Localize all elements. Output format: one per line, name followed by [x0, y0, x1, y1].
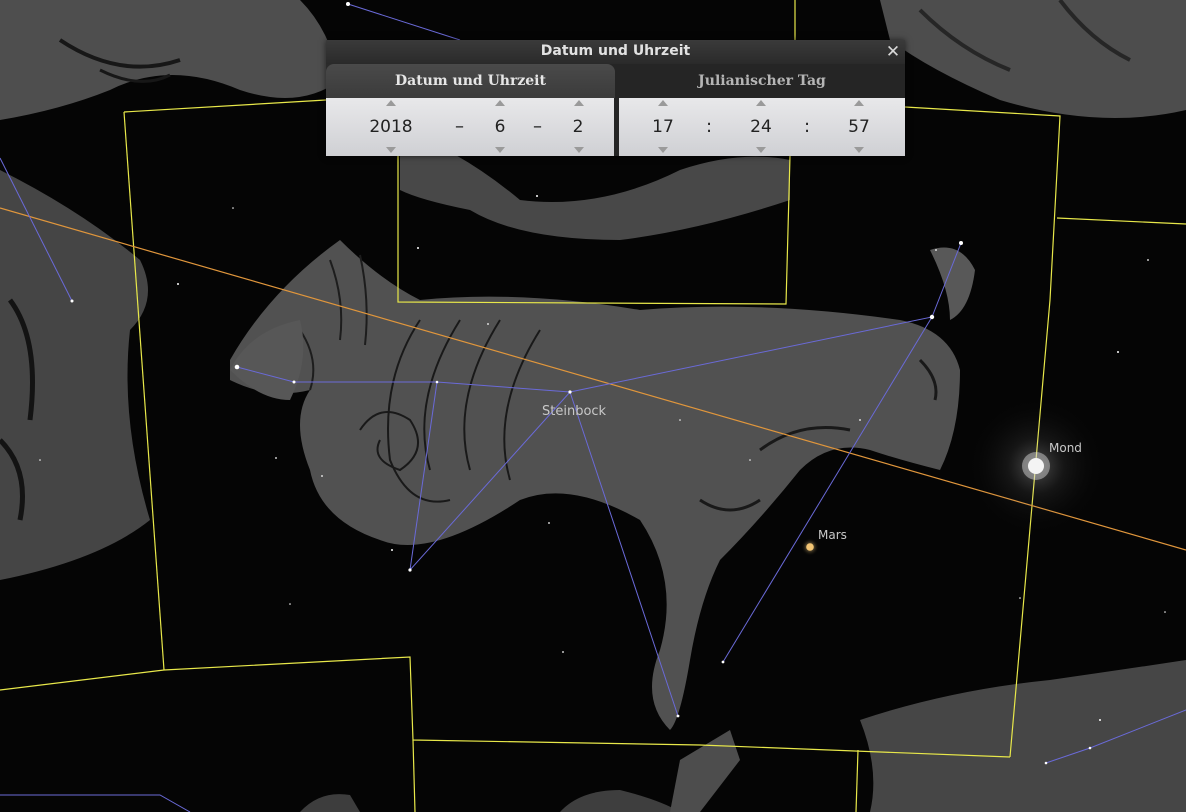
planet-label-mars[interactable]: Mars — [818, 528, 847, 542]
dialog-title: Datum und Uhrzeit — [540, 43, 691, 59]
dialog-titlebar[interactable]: Datum und Uhrzeit ✕ — [326, 40, 905, 64]
year-up-arrow-icon[interactable] — [386, 100, 396, 106]
time-separator: : — [706, 116, 713, 137]
close-button[interactable]: ✕ — [883, 42, 903, 62]
mars[interactable] — [801, 538, 819, 556]
moon-label[interactable]: Mond — [1049, 441, 1082, 455]
moon[interactable] — [966, 396, 1106, 536]
month-value[interactable]: 6 — [476, 117, 524, 137]
constellation-label-steinbock[interactable]: Steinbock — [542, 404, 606, 419]
second-down-arrow-icon[interactable] — [854, 147, 864, 153]
minute-up-arrow-icon[interactable] — [756, 100, 766, 106]
close-icon: ✕ — [885, 42, 901, 62]
day-up-arrow-icon[interactable] — [574, 100, 584, 106]
time-panel: 17 : 24 : 57 — [619, 98, 905, 156]
hour-down-arrow-icon[interactable] — [658, 147, 668, 153]
tab-date-time[interactable]: Datum und Uhrzeit — [326, 64, 615, 98]
day-spinbox[interactable]: 2 — [554, 98, 602, 156]
tab-julian-day[interactable]: Julianischer Tag — [619, 64, 905, 98]
month-down-arrow-icon[interactable] — [495, 147, 505, 153]
year-spinbox[interactable]: 2018 — [360, 98, 422, 156]
date-separator: – — [533, 116, 542, 137]
day-value[interactable]: 2 — [554, 117, 602, 137]
day-down-arrow-icon[interactable] — [574, 147, 584, 153]
hour-value[interactable]: 17 — [639, 117, 687, 137]
year-down-arrow-icon[interactable] — [386, 147, 396, 153]
date-separator: – — [455, 116, 464, 137]
hour-up-arrow-icon[interactable] — [658, 100, 668, 106]
month-up-arrow-icon[interactable] — [495, 100, 505, 106]
second-spinbox[interactable]: 57 — [835, 98, 883, 156]
minute-value[interactable]: 24 — [737, 117, 785, 137]
minute-spinbox[interactable]: 24 — [737, 98, 785, 156]
time-separator: : — [804, 116, 811, 137]
hour-spinbox[interactable]: 17 — [639, 98, 687, 156]
date-panel: 2018 – 6 – 2 — [326, 98, 614, 156]
second-up-arrow-icon[interactable] — [854, 100, 864, 106]
second-value[interactable]: 57 — [835, 117, 883, 137]
year-value[interactable]: 2018 — [360, 117, 422, 137]
date-time-dialog: Datum und Uhrzeit ✕ Datum und Uhrzeit Ju… — [326, 40, 905, 156]
minute-down-arrow-icon[interactable] — [756, 147, 766, 153]
month-spinbox[interactable]: 6 — [476, 98, 524, 156]
